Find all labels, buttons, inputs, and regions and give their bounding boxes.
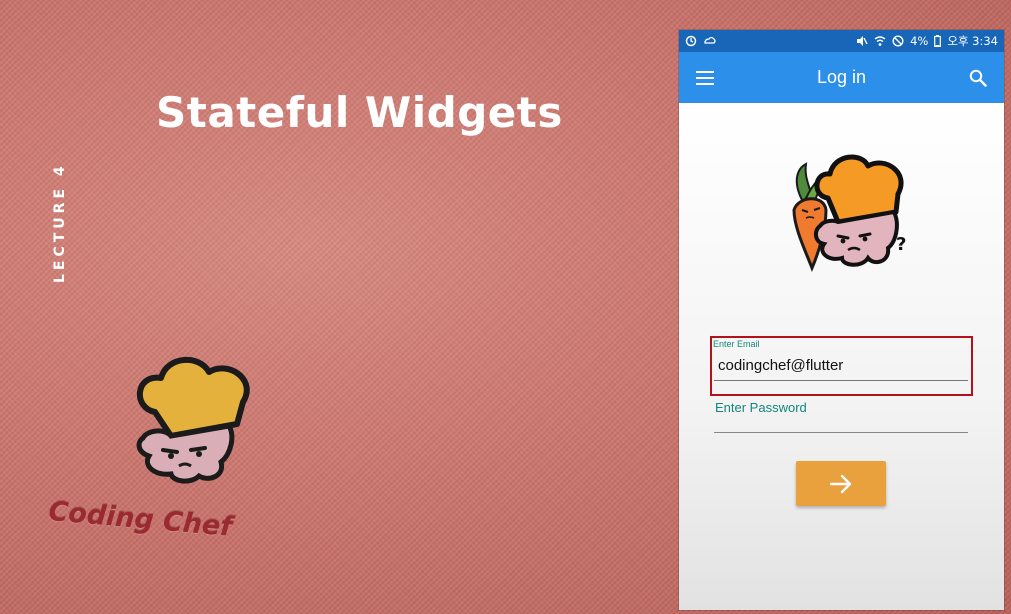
- app-bar: Log in: [679, 52, 1004, 103]
- menu-icon: [696, 70, 714, 85]
- battery-percent: 4%: [910, 34, 929, 48]
- login-content: ? Enter Email codingchef@flutter Enter P…: [679, 103, 1004, 610]
- email-input[interactable]: codingchef@flutter: [718, 357, 843, 374]
- no-signal-icon: [892, 35, 904, 47]
- mute-icon: [857, 36, 868, 46]
- password-field-underline: [714, 432, 968, 433]
- app-bar-title: Log in: [816, 67, 867, 87]
- lecture-label: LECTURE 4: [52, 162, 68, 283]
- menu-button[interactable]: [693, 66, 717, 90]
- sync-icon: [685, 35, 697, 47]
- search-icon: [969, 69, 987, 87]
- embroidered-chef-logo: [136, 356, 250, 484]
- password-input[interactable]: Enter Password: [715, 400, 807, 415]
- phone-screen: 4% 오후 3:34 Log in ? Enter Email codingch…: [679, 30, 1004, 610]
- search-button[interactable]: [966, 66, 990, 90]
- chef-carrot-illustration: ?: [792, 154, 906, 273]
- status-time: 오후 3:34: [947, 34, 998, 48]
- status-bar: 4% 오후 3:34: [679, 30, 1004, 52]
- wifi-icon: [874, 36, 886, 46]
- slide-title: Stateful Widgets: [156, 88, 563, 137]
- email-field-underline: [714, 380, 968, 381]
- battery-icon: [934, 35, 942, 47]
- svg-text:?: ?: [896, 234, 906, 255]
- submit-button[interactable]: [796, 461, 886, 506]
- arrow-right-icon: [829, 474, 852, 493]
- weather-icon: [704, 36, 716, 44]
- email-field-label: Enter Email: [713, 339, 760, 349]
